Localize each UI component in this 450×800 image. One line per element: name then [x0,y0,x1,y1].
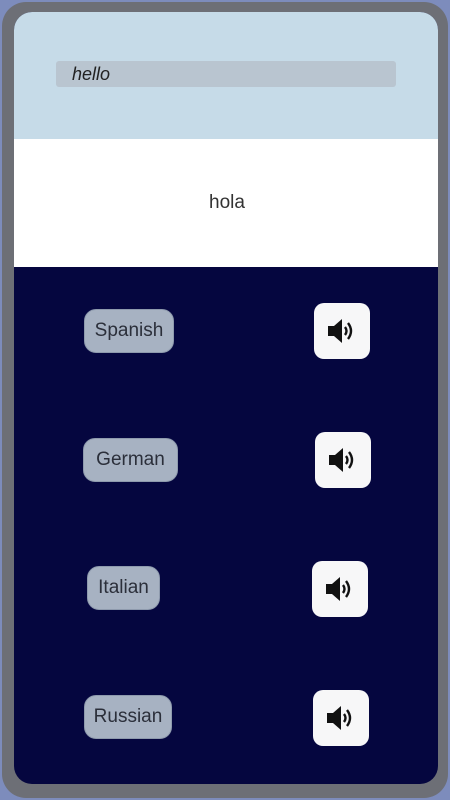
speaker-icon [326,577,351,601]
language-button-german[interactable]: German [83,438,178,482]
language-button-spanish[interactable]: Spanish [84,309,174,353]
language-button-russian[interactable]: Russian [84,695,172,739]
app-screen: hola Spanish German Italian [14,12,438,784]
translation-input[interactable] [56,61,396,87]
speaker-icon [328,319,353,343]
speak-button-german[interactable] [315,432,371,488]
output-panel: hola [14,139,438,267]
speak-button-spanish[interactable] [314,303,370,359]
speak-button-italian[interactable] [312,561,368,617]
input-panel [14,12,438,139]
translation-output: hola [209,192,245,213]
language-button-italian[interactable]: Italian [87,566,160,610]
speak-button-russian[interactable] [313,690,369,746]
speaker-icon [329,448,354,472]
device-frame: hola Spanish German Italian [2,2,448,798]
speaker-icon [327,706,352,730]
